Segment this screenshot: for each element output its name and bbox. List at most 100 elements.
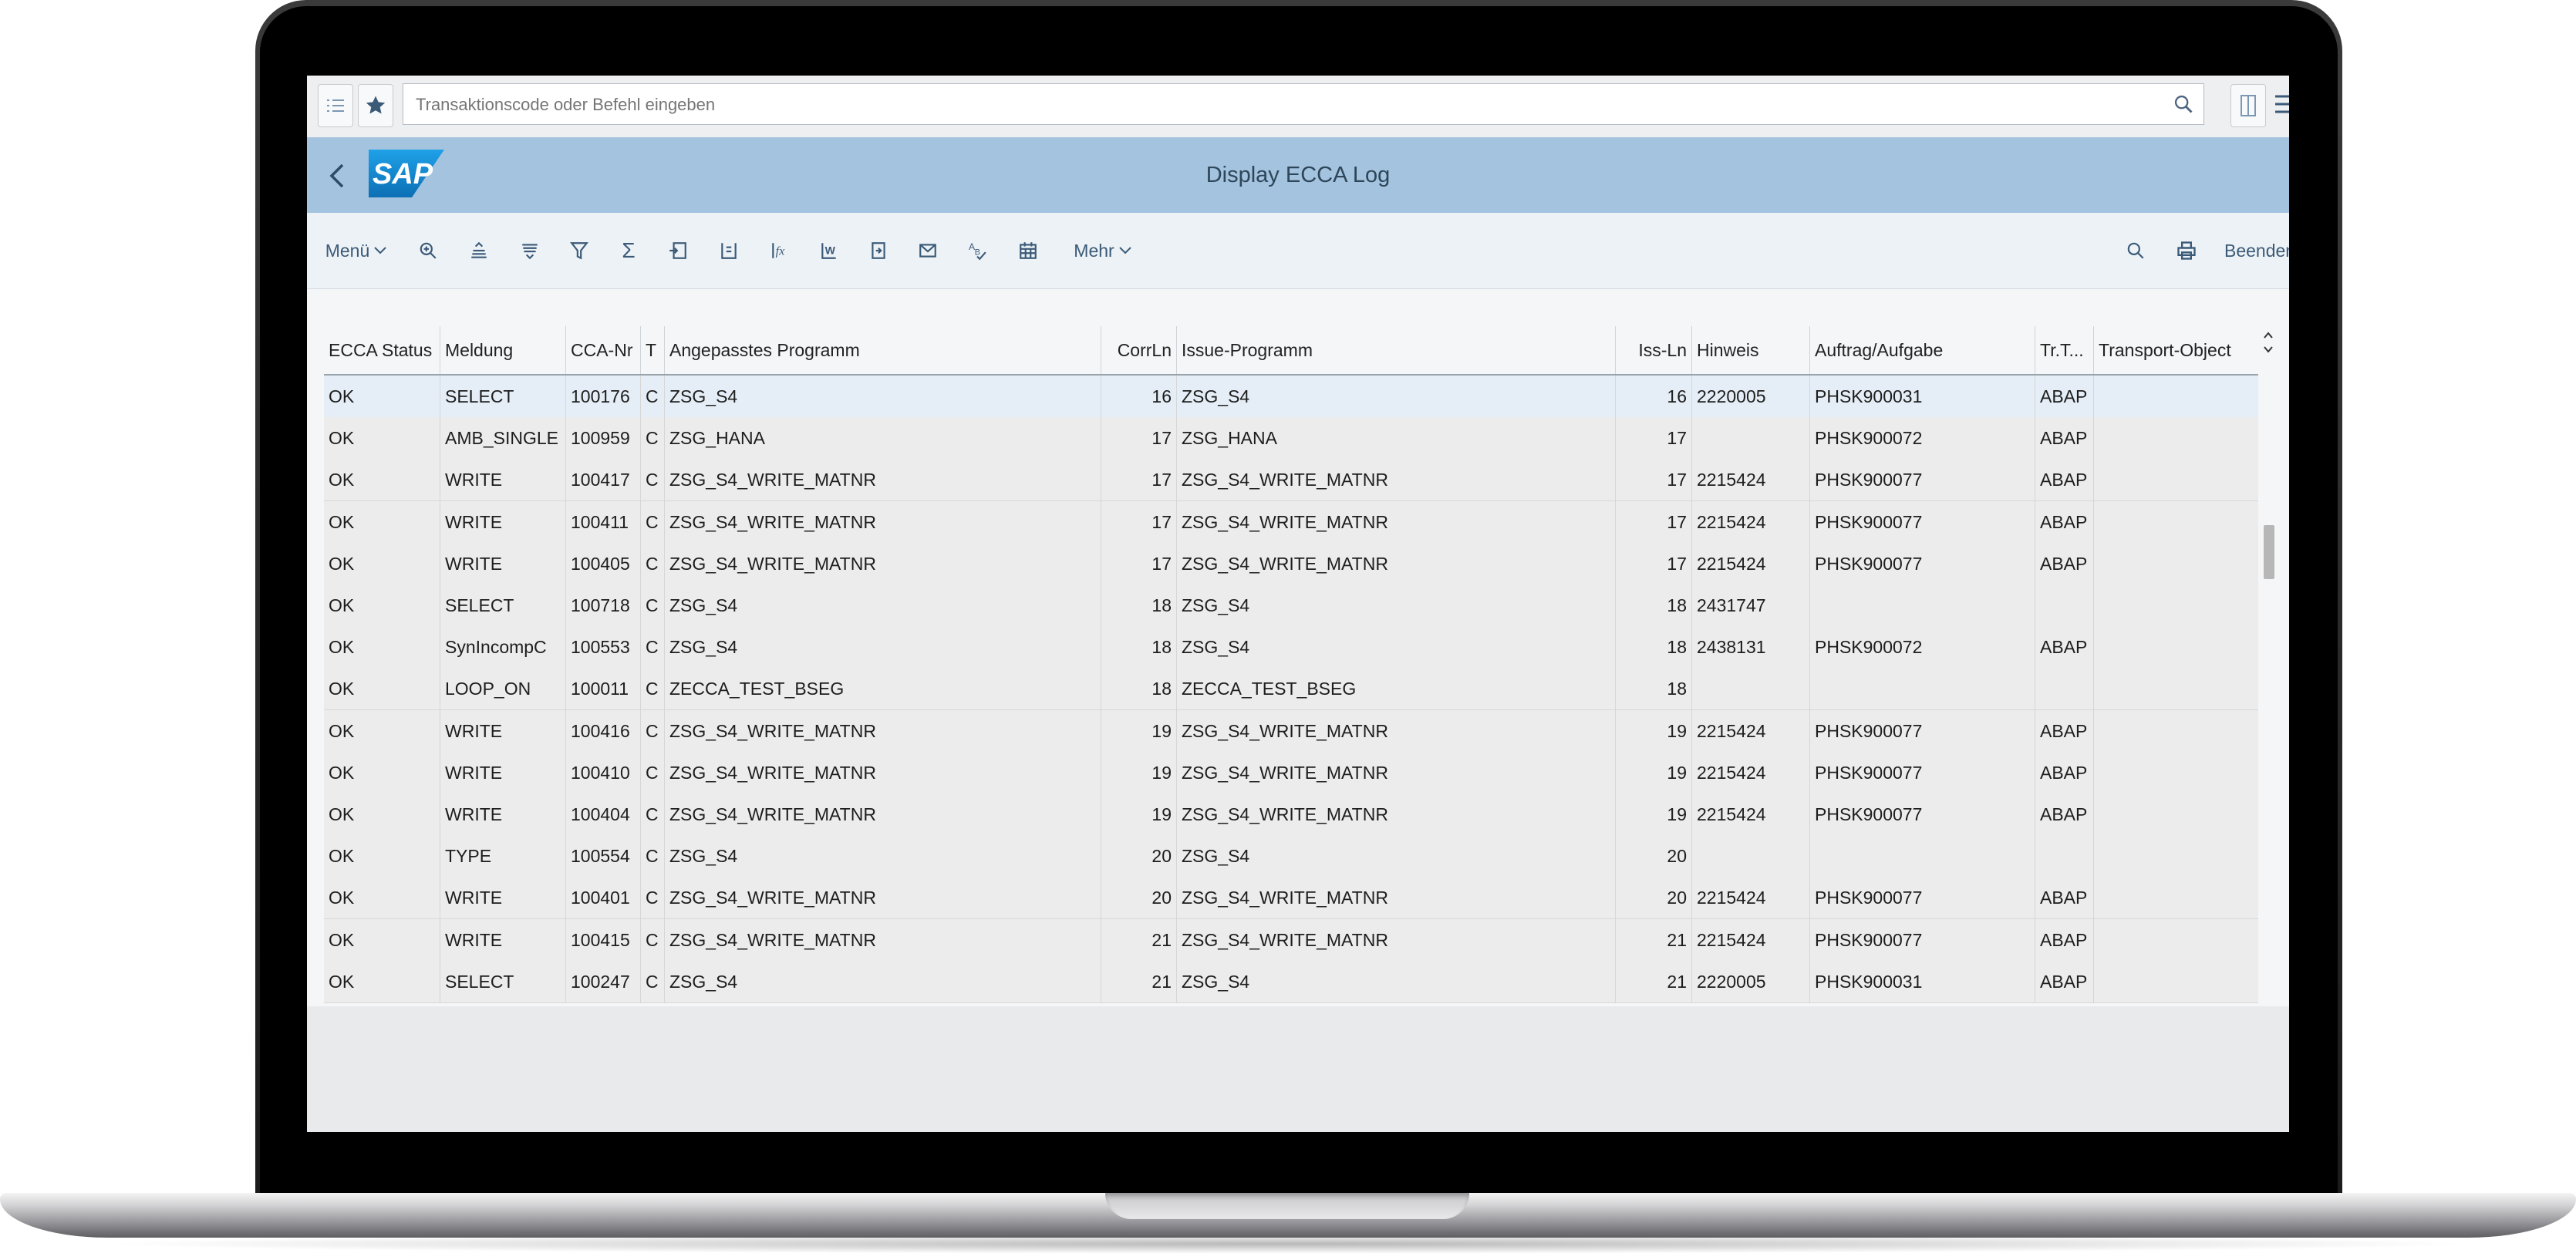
ecca-status-cell[interactable]: OK	[324, 835, 440, 878]
abc-analysis-icon[interactable]	[716, 234, 742, 268]
table-row[interactable]: OK SELECT 100718 C ZSG_S4 18 ZSG_S4 18 2431747	[324, 585, 2258, 627]
details-icon[interactable]	[415, 234, 441, 268]
column-header[interactable]: ECCA Status	[324, 326, 440, 374]
transport-type-cell[interactable]: ABAP	[2035, 960, 2094, 1002]
table-row[interactable]: OK SELECT 100176 C ZSG_S4 16 ZSG_S4 16 2220005 PH…	[324, 376, 2258, 419]
type-cell[interactable]: C	[641, 960, 665, 1002]
hinweis-cell[interactable]: 2215424	[1692, 459, 1810, 501]
angepasstes-programm-cell[interactable]: ZSG_S4_WRITE_MATNR	[665, 542, 1101, 585]
transport-object-cell[interactable]	[2094, 626, 2258, 668]
meldung-cell[interactable]: WRITE	[440, 793, 566, 835]
type-cell[interactable]: C	[641, 459, 665, 501]
scroll-up-icon[interactable]	[2261, 329, 2275, 342]
cca-nr-cell[interactable]: 100415	[566, 918, 641, 961]
meldung-cell[interactable]: SELECT	[440, 585, 566, 626]
issue-programm-cell[interactable]: ZSG_S4_WRITE_MATNR	[1177, 459, 1616, 501]
iss-ln-cell[interactable]: 17	[1616, 417, 1692, 460]
column-header[interactable]: T	[641, 326, 665, 374]
transport-type-cell[interactable]: ABAP	[2035, 500, 2094, 543]
cca-nr-cell[interactable]: 100247	[566, 960, 641, 1002]
column-header[interactable]: Tr.T...	[2035, 326, 2094, 374]
meldung-cell[interactable]: LOOP_ON	[440, 668, 566, 710]
cca-nr-cell[interactable]: 100405	[566, 542, 641, 585]
auftrag-cell[interactable]: PHSK900077	[1810, 500, 2035, 543]
meldung-cell[interactable]: WRITE	[440, 459, 566, 501]
transport-type-cell[interactable]	[2035, 585, 2094, 626]
cca-nr-cell[interactable]: 100176	[566, 376, 641, 417]
ecca-status-cell[interactable]: OK	[324, 668, 440, 710]
angepasstes-programm-cell[interactable]: ZSG_S4_WRITE_MATNR	[665, 793, 1101, 835]
column-header[interactable]: Iss-Ln	[1616, 326, 1692, 374]
issue-programm-cell[interactable]: ZSG_S4	[1177, 960, 1616, 1002]
corrln-cell[interactable]: 17	[1101, 500, 1177, 543]
corrln-cell[interactable]: 20	[1101, 835, 1177, 878]
hinweis-cell[interactable]	[1692, 668, 1810, 710]
auftrag-cell[interactable]: PHSK900077	[1810, 751, 2035, 793]
command-input[interactable]	[414, 84, 2145, 126]
meldung-cell[interactable]: WRITE	[440, 500, 566, 543]
table-row[interactable]: OK SynIncompC 100553 C ZSG_S4 18 ZSG_S4 18 24381…	[324, 626, 2258, 669]
ecca-status-cell[interactable]: OK	[324, 626, 440, 669]
transport-type-cell[interactable]	[2035, 835, 2094, 878]
filter-icon[interactable]	[566, 234, 592, 268]
iss-ln-cell[interactable]: 20	[1616, 835, 1692, 878]
corrln-cell[interactable]: 19	[1101, 709, 1177, 752]
auftrag-cell[interactable]: PHSK900077	[1810, 542, 2035, 585]
type-cell[interactable]: C	[641, 626, 665, 669]
back-arrow-icon[interactable]	[324, 159, 350, 193]
column-header[interactable]: Issue-Programm	[1177, 326, 1616, 374]
table-row[interactable]: OK WRITE 100415 C ZSG_S4_WRITE_MATNR 21 ZSG_S4…	[324, 918, 2258, 962]
layout-toggle-icon[interactable]	[2230, 84, 2266, 127]
auftrag-cell[interactable]: PHSK900072	[1810, 626, 2035, 669]
transport-object-cell[interactable]	[2094, 710, 2258, 752]
ecca-status-cell[interactable]: OK	[324, 585, 440, 626]
issue-programm-cell[interactable]: ZSG_S4_WRITE_MATNR	[1177, 877, 1616, 919]
corrln-cell[interactable]: 17	[1101, 459, 1177, 501]
iss-ln-cell[interactable]: 21	[1616, 918, 1692, 961]
iss-ln-cell[interactable]: 16	[1616, 376, 1692, 417]
vertical-scrollbar[interactable]	[2261, 326, 2275, 943]
hinweis-cell[interactable]: 2438131	[1692, 626, 1810, 669]
type-cell[interactable]: C	[641, 709, 665, 752]
column-header[interactable]: CorrLn	[1101, 326, 1177, 374]
auftrag-cell[interactable]: PHSK900031	[1810, 376, 2035, 417]
cca-nr-cell[interactable]: 100411	[566, 500, 641, 543]
transport-type-cell[interactable]: ABAP	[2035, 877, 2094, 919]
find-icon[interactable]	[2123, 234, 2149, 268]
auftrag-cell[interactable]: PHSK900077	[1810, 918, 2035, 961]
issue-programm-cell[interactable]: ZSG_S4_WRITE_MATNR	[1177, 751, 1616, 793]
cca-nr-cell[interactable]: 100554	[566, 835, 641, 878]
transport-object-cell[interactable]	[2094, 668, 2258, 709]
scrollbar-thumb[interactable]	[2264, 525, 2274, 579]
cca-nr-cell[interactable]: 100959	[566, 417, 641, 460]
cca-nr-cell[interactable]: 100401	[566, 877, 641, 919]
ecca-status-cell[interactable]: OK	[324, 960, 440, 1002]
corrln-cell[interactable]: 16	[1101, 376, 1177, 417]
transport-object-cell[interactable]	[2094, 752, 2258, 793]
angepasstes-programm-cell[interactable]: ZSG_S4_WRITE_MATNR	[665, 918, 1101, 961]
meldung-cell[interactable]: WRITE	[440, 918, 566, 961]
angepasstes-programm-cell[interactable]: ZSG_S4	[665, 376, 1101, 417]
transport-type-cell[interactable]: ABAP	[2035, 918, 2094, 961]
meldung-cell[interactable]: WRITE	[440, 709, 566, 752]
table-row[interactable]: OK WRITE 100411 C ZSG_S4_WRITE_MATNR 17 ZSG_S4…	[324, 500, 2258, 544]
table-row[interactable]: OK TYPE 100554 C ZSG_S4 20 ZSG_S4 20	[324, 835, 2258, 878]
table-row[interactable]: OK WRITE 100401 C ZSG_S4_WRITE_MATNR 20 ZSG_S4…	[324, 877, 2258, 920]
auftrag-cell[interactable]: PHSK900077	[1810, 459, 2035, 501]
issue-programm-cell[interactable]: ZSG_HANA	[1177, 417, 1616, 460]
type-cell[interactable]: C	[641, 668, 665, 710]
menu-button[interactable]: Menü	[322, 234, 390, 268]
hinweis-cell[interactable]	[1692, 835, 1810, 878]
exit-button[interactable]: Beenden	[2224, 234, 2289, 268]
issue-programm-cell[interactable]: ZSG_S4	[1177, 376, 1616, 417]
hinweis-cell[interactable]: 2220005	[1692, 960, 1810, 1002]
angepasstes-programm-cell[interactable]: ZSG_S4_WRITE_MATNR	[665, 500, 1101, 543]
corrln-cell[interactable]: 18	[1101, 626, 1177, 669]
table-row[interactable]: OK SELECT 100247 C ZSG_S4 21 ZSG_S4 21 2220005 PH…	[324, 960, 2258, 1003]
angepasstes-programm-cell[interactable]: ZSG_HANA	[665, 417, 1101, 460]
type-cell[interactable]: C	[641, 918, 665, 961]
issue-programm-cell[interactable]: ZSG_S4_WRITE_MATNR	[1177, 542, 1616, 585]
transport-object-cell[interactable]	[2094, 543, 2258, 585]
table-row[interactable]: OK AMB_SINGLE 100959 C ZSG_HANA 17 ZSG_HANA 17 P…	[324, 417, 2258, 460]
ecca-status-cell[interactable]: OK	[324, 918, 440, 961]
